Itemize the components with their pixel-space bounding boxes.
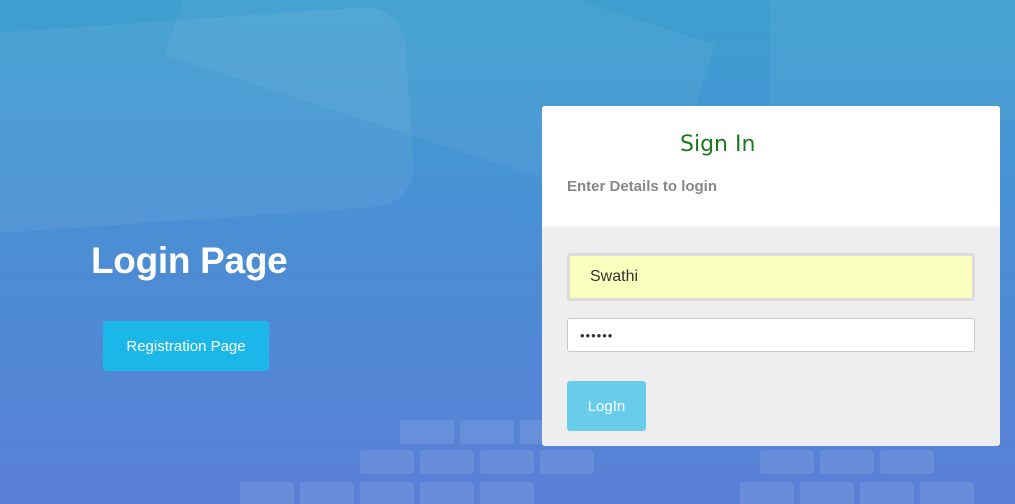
password-input[interactable] [567, 318, 975, 352]
signin-form: LogIn [542, 227, 1000, 446]
registration-page-button[interactable]: Registration Page [103, 321, 269, 371]
signin-card: Sign In Enter Details to login LogIn [542, 106, 1000, 446]
page-title: Login Page [91, 240, 288, 281]
login-button[interactable]: LogIn [567, 381, 646, 431]
cup-shape [770, 0, 1015, 120]
signin-header: Sign In Enter Details to login [542, 106, 1000, 227]
signin-title: Sign In [680, 132, 756, 157]
username-input[interactable] [567, 253, 975, 301]
signin-subtitle: Enter Details to login [567, 178, 718, 195]
